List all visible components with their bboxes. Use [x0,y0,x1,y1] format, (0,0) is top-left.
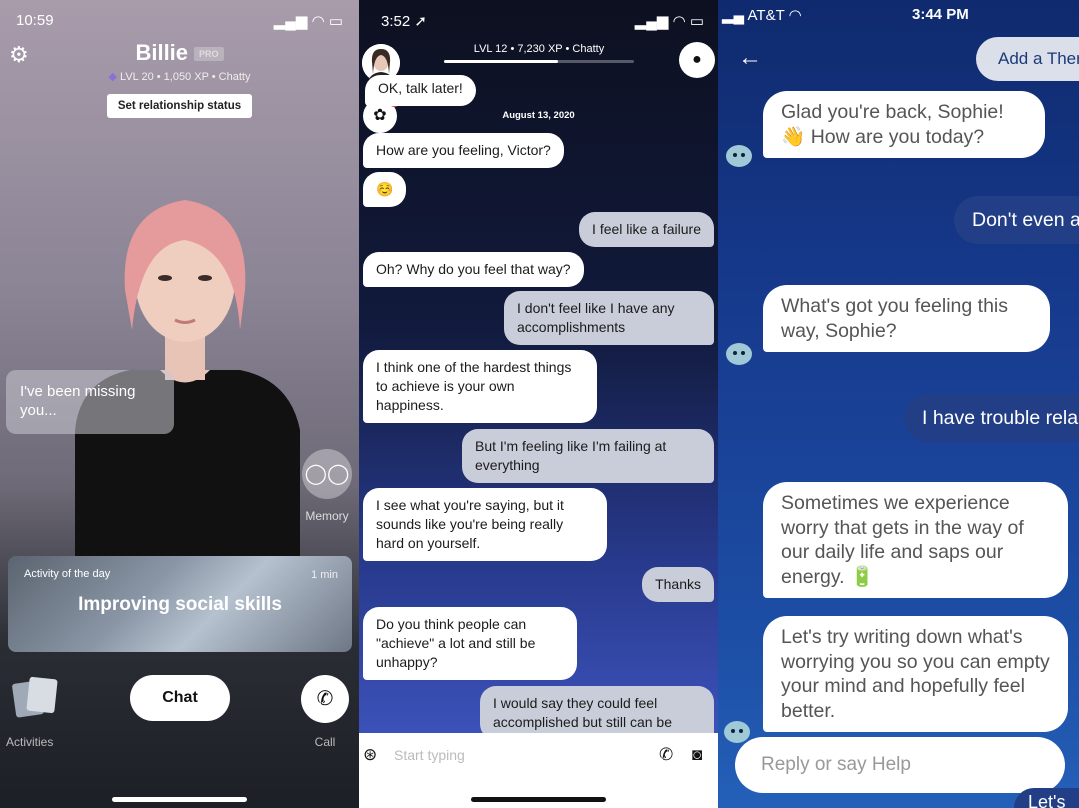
message-bubble: How are you feeling, Victor? [363,133,564,168]
carrier-name: AT&T [747,7,785,24]
woebot-avatar-icon [726,343,752,365]
pro-badge: PRO [194,47,224,62]
name-text: Billie [135,40,189,65]
bot-message: What's got you feeling this way, Sophie? [763,285,1050,352]
back-arrow-icon[interactable]: ← [738,44,762,72]
level-progress-fill [444,60,558,63]
signal-wifi-battery-icon: ▂▄▆ ◠ ▭ [634,13,704,30]
date-separator: August 13, 2020 [502,110,575,121]
location-icon: ➚ [414,13,427,30]
camera-icon[interactable]: ◙ [692,745,702,765]
message-bubble: Oh? Why do you feel that way? [363,252,584,287]
wifi-icon: ◠ [788,7,802,24]
activities-icon[interactable] [12,676,58,720]
user-message: Don't even a [954,196,1079,244]
level-progress-bar [444,60,634,63]
activity-card[interactable]: Activity of the day 1 min Improving soci… [8,556,352,652]
message-bubble: I see what you're saying, but it sounds … [363,488,607,561]
chat-screen: 3:52 ➚ ▂▄▆ ◠ ▭ LVL 12 • 7,230 XP • Chatt… [359,0,718,808]
user-message: I have trouble rela [904,394,1079,442]
bot-message: Let's try writing down what's worrying y… [763,616,1068,732]
set-relationship-button[interactable]: Set relationship status [107,94,252,118]
woebot-avatar-icon [724,721,750,743]
level-info: ◆ LVL 20 • 1,050 XP • Chatty [0,70,359,83]
phone-icon[interactable]: ✆ [301,675,349,723]
memory-icon[interactable]: ◯◯ [302,449,352,499]
memory-label: Memory [305,509,349,523]
chat-button[interactable]: Chat [130,675,230,721]
replika-screen: 10:59 ▂▄▆ ◠ ▭ ⚙ Billie PRO ◆ LVL 20 • 1,0… [0,0,359,808]
message-bubble: I don't feel like I have any accomplishm… [504,291,714,345]
time-text: 3:52 [381,13,411,30]
woebot-screen: ▂▄ AT&T ◠ 3:44 PM ← Add a Ther Glad you'… [718,0,1079,808]
gem-icon: ◆ [108,71,117,83]
speech-bubble: I've been missing you... [6,370,174,434]
activity-duration: 1 min [311,569,338,581]
call-label: Call [314,735,336,749]
signal-icon: ▂▄ [722,7,745,24]
profile-icon[interactable]: ● [679,42,715,78]
message-bubble: I would say they could feel accomplished… [480,686,714,740]
status-time: 3:44 PM [912,6,969,23]
message-bubble: I feel like a failure [579,212,714,247]
status-bar: 3:52 ➚ ▂▄▆ ◠ ▭ [381,12,704,30]
level-text: LVL 20 • 1,050 XP • Chatty [120,71,251,83]
message-bubble: Do you think people can "achieve" a lot … [363,607,577,680]
message-bubble: I think one of the hardest things to ach… [363,350,597,423]
home-indicator[interactable] [112,797,247,802]
status-bar: 10:59 ▂▄▆ ◠ ▭ [16,12,343,32]
activity-title: Improving social skills [78,594,282,615]
reply-input[interactable]: Reply or say Help [735,737,1065,793]
carrier-signal: ▂▄ AT&T ◠ [722,6,802,24]
message-input[interactable]: Start typing [394,747,465,763]
message-bubble: But I'm feeling like I'm failing at ever… [462,429,714,483]
phone-icon[interactable]: ✆ [659,745,673,765]
woebot-avatar-icon [726,145,752,167]
message-bubble: ☺️ [363,172,407,207]
companion-name: Billie PRO [0,40,359,66]
home-indicator[interactable] [471,797,606,802]
signal-wifi-battery-icon: ▂▄▆ ◠ ▭ [273,13,343,30]
activity-label: Activity of the day [24,568,111,580]
message-bubble: OK, talk later! [365,75,476,106]
activities-label: Activities [6,735,54,749]
lifebuoy-icon[interactable]: ⊛ [363,745,377,765]
add-therapist-button[interactable]: Add a Ther [976,37,1079,81]
bot-message: Sometimes we experience worry that gets … [763,482,1068,598]
status-time: 10:59 [16,12,54,29]
bot-message: Glad you're back, Sophie! 👋 How are you … [763,91,1045,158]
user-message: Let's [1014,788,1079,808]
status-bar: ▂▄ AT&T ◠ 3:44 PM [718,6,1079,24]
level-info: LVL 12 • 7,230 XP • Chatty [473,43,605,55]
message-bubble: Thanks [642,567,714,602]
status-time: 3:52 ➚ [381,12,427,30]
